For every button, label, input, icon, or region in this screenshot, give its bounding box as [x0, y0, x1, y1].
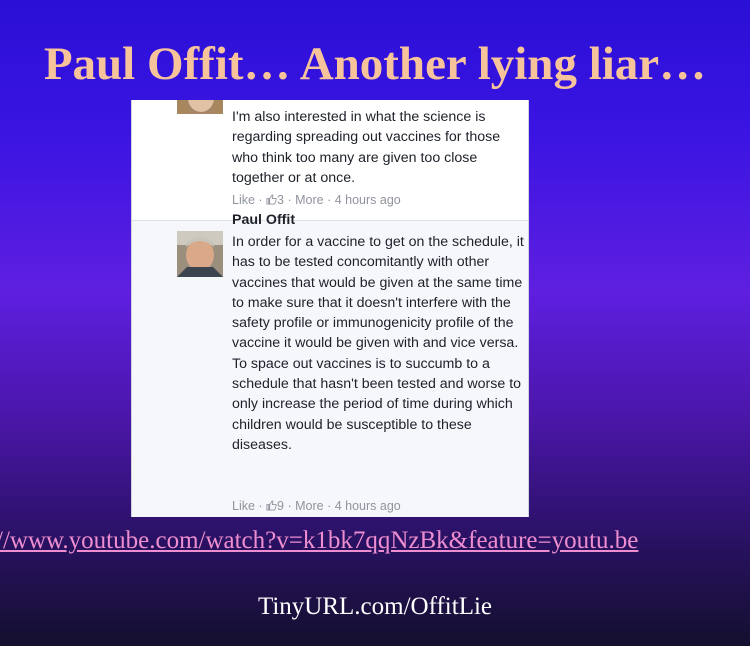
like-count: 3 [277, 193, 284, 207]
youtube-link[interactable]: //www.youtube.com/watch?v=k1bk7qqNzBk&fe… [0, 526, 750, 556]
avatar [177, 231, 223, 277]
slide-title: Paul Offit… Another lying liar… [43, 38, 707, 90]
more-link[interactable]: More [295, 499, 323, 513]
timestamp: 4 hours ago [334, 499, 401, 513]
thumbs-up-icon [266, 194, 277, 205]
comment: I'm also interested in what the science … [132, 100, 528, 220]
comment-text: I'm also interested in what the science … [232, 109, 501, 186]
avatar [177, 100, 223, 114]
comment-thread-screenshot: I'm also interested in what the science … [131, 100, 529, 517]
like-link[interactable]: Like [232, 499, 255, 513]
comment-meta: Like · 3 · More · 4 hours ago [232, 193, 401, 207]
timestamp: 4 hours ago [334, 193, 401, 207]
comment-author[interactable]: Paul Offit [232, 212, 295, 228]
comment: Paul Offit In order for a vaccine to get… [132, 212, 528, 517]
thumbs-up-icon [266, 500, 277, 511]
like-link[interactable]: Like [232, 193, 255, 207]
comment-meta: Like · 9 · More · 4 hours ago [232, 499, 401, 513]
more-link[interactable]: More [295, 193, 323, 207]
short-url: TinyURL.com/OffitLie [257, 593, 493, 620]
like-count: 9 [277, 499, 284, 513]
comment-text: In order for a vaccine to get on the sch… [232, 234, 524, 453]
